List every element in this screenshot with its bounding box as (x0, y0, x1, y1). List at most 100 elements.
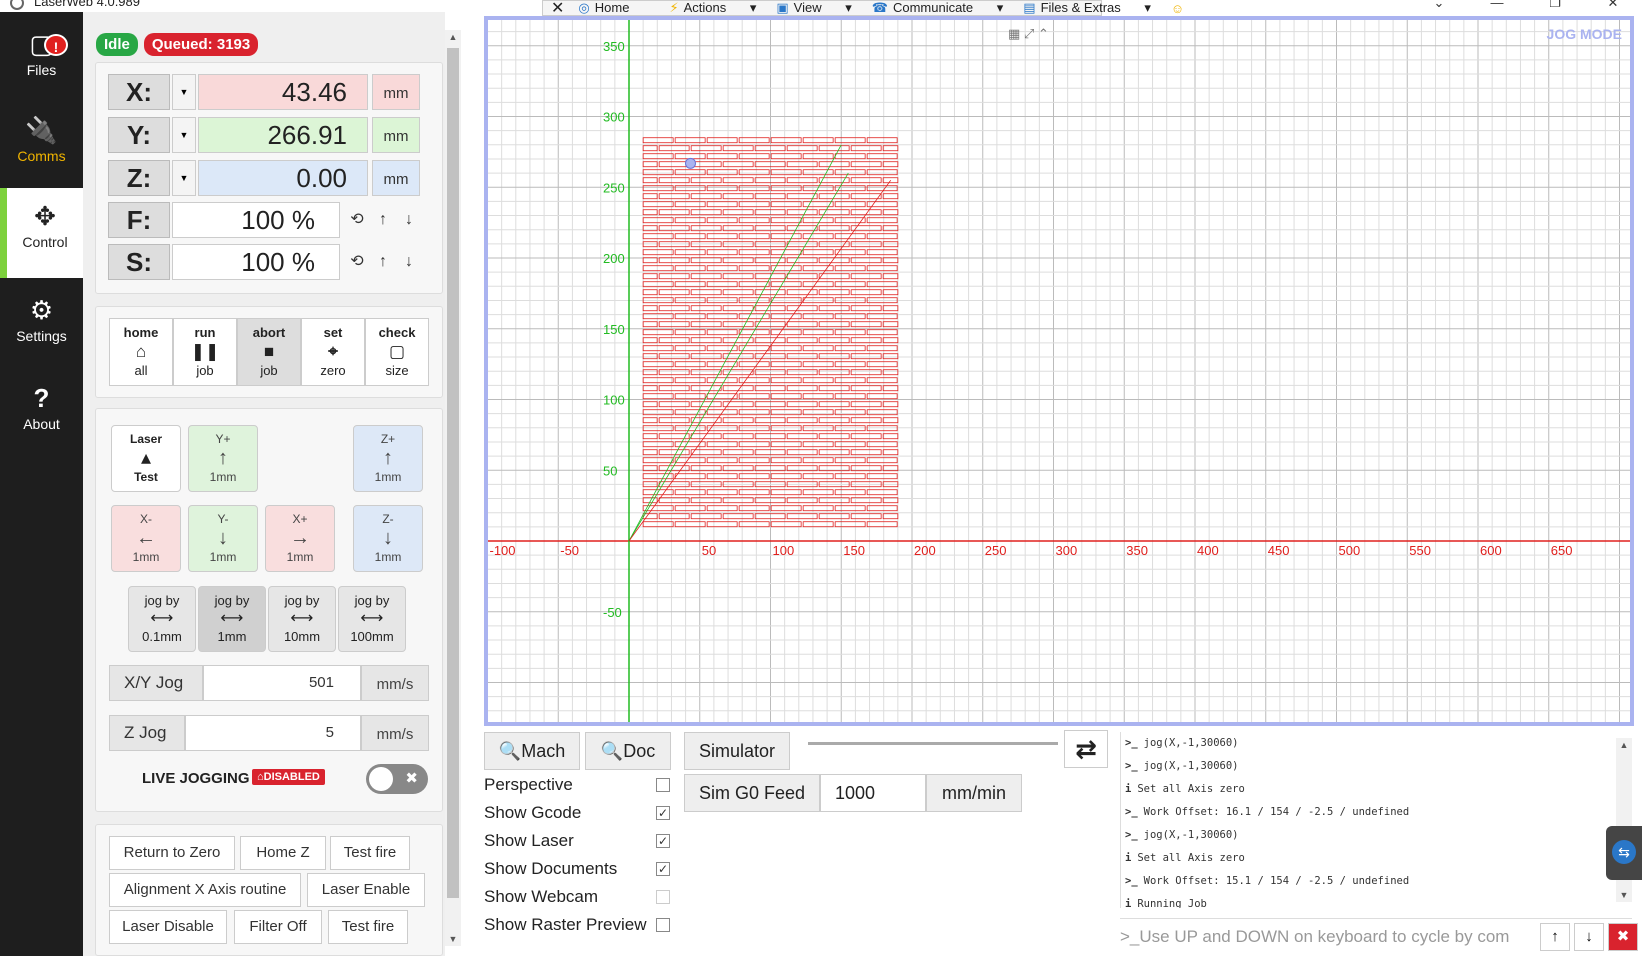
x-position-value[interactable]: 43.46 (198, 74, 368, 110)
job-path (802, 153, 834, 160)
dropdown-icon[interactable]: ⌄ (1410, 0, 1468, 10)
minimize-icon[interactable]: — (1468, 0, 1526, 10)
feed-reset-icon[interactable]: ⟲ (344, 202, 370, 238)
y-position-value[interactable]: 266.91 (198, 117, 368, 153)
job-path (818, 161, 850, 168)
show-documents-checkbox[interactable]: ✓ (656, 862, 670, 876)
menu-view[interactable]: ▣ View ▾ (776, 0, 851, 16)
jog-by-100mm-button[interactable]: jog by ⟷ 100mm (338, 586, 406, 652)
show-gcode-checkbox[interactable]: ✓ (656, 806, 670, 820)
macro-return-to-zero-button[interactable]: Return to Zero (109, 836, 235, 870)
swap-arrows-button[interactable]: ⇄ (1064, 730, 1108, 768)
workspace-grid[interactable]: -100 -50 50 100 150 200 250 300 350 400 450 500 550 6… (488, 20, 1630, 722)
expand-icon[interactable]: ⤢ (1024, 26, 1034, 41)
mach-view-button[interactable]: 🔍Mach (484, 732, 580, 770)
x-tick-label: 50 (702, 543, 716, 558)
z-jog-speed-input[interactable]: 5 (185, 715, 361, 751)
scroll-down-icon[interactable]: ▼ (1616, 890, 1632, 900)
z-dropdown[interactable]: ▼ (172, 160, 196, 196)
chevron-up-icon[interactable]: ⌃ (1038, 26, 1049, 41)
close-icon[interactable]: ✕ (1584, 0, 1642, 10)
nav-files[interactable]: ▢ ! Files (0, 16, 83, 102)
simulator-slider[interactable] (792, 724, 1064, 762)
scroll-up-icon[interactable]: ▲ (445, 32, 461, 42)
spindle-up-icon[interactable]: ↑ (370, 244, 396, 280)
macro-laser-disable-button[interactable]: Laser Disable (109, 910, 227, 944)
job-path (706, 329, 738, 336)
info-icon: i (1125, 898, 1132, 908)
live-jogging-toggle[interactable]: ✖ (366, 764, 428, 794)
spindle-reset-icon[interactable]: ⟲ (344, 244, 370, 280)
spindle-down-icon[interactable]: ↓ (396, 244, 422, 280)
scrollbar-thumb[interactable] (447, 48, 459, 898)
jog-by-0-1mm-button[interactable]: jog by ⟷ 0.1mm (128, 586, 196, 652)
feed-override-value[interactable]: 100 % (172, 202, 340, 238)
nav-control[interactable]: ✥ Control (0, 188, 83, 278)
show-laser-checkbox[interactable]: ✓ (656, 834, 670, 848)
console-log[interactable]: >_ jog(X,-1,30060) >_ jog(X,-1,30060) i Set… (1120, 732, 1636, 908)
workspace-viewport[interactable]: -100 -50 50 100 150 200 250 300 350 400 450 500 550 6… (484, 16, 1634, 726)
xy-jog-speed-input[interactable]: 501 (203, 665, 361, 701)
smiley-icon[interactable]: ☺ (1171, 1, 1184, 16)
menu-communicate[interactable]: ☎ Communicate ▾ (872, 0, 1004, 16)
nav-about[interactable]: ? About (0, 370, 83, 456)
panel-scrollbar[interactable]: ▲ ▼ (445, 30, 461, 946)
clear-console-button[interactable]: ✖ (1608, 923, 1638, 951)
remote-support-tab[interactable]: ⇆ (1606, 826, 1642, 880)
nav-settings[interactable]: ⚙ Settings (0, 282, 83, 368)
abort-job-button[interactable]: abort ■ job (237, 318, 301, 386)
job-path (690, 401, 722, 408)
sim-feed-input[interactable]: 1000 (820, 774, 926, 812)
feed-down-icon[interactable]: ↓ (396, 202, 422, 238)
grid-icon[interactable]: ▦ (1008, 26, 1020, 41)
home-all-button[interactable]: home ⌂ all (109, 318, 173, 386)
scroll-down-icon[interactable]: ▼ (445, 934, 461, 944)
nav-comms[interactable]: 🔌 Comms (0, 102, 83, 188)
x-unit: mm (372, 74, 420, 110)
job-path (674, 169, 706, 176)
job-path (802, 329, 834, 336)
x-dropdown[interactable]: ▼ (172, 74, 196, 110)
z-position-value[interactable]: 0.00 (198, 160, 368, 196)
menu-home[interactable]: ◎ Home (578, 0, 649, 16)
macro-laser-enable-button[interactable]: Laser Enable (307, 873, 425, 907)
jog-y-minus-button[interactable]: Y- ↓ 1mm (188, 505, 258, 572)
macro-filter-off-button[interactable]: Filter Off (234, 910, 322, 944)
history-down-button[interactable]: ↓ (1574, 923, 1604, 951)
set-zero-button[interactable]: set ⌖ zero (301, 318, 365, 386)
job-path (642, 337, 658, 344)
command-input[interactable]: >_Use UP and DOWN on keyboard to cycle b… (1120, 927, 1540, 947)
jog-by-1mm-button[interactable]: jog by ⟷ 1mm (198, 586, 266, 652)
macro-home-z-button[interactable]: Home Z (240, 836, 326, 870)
arrow-right-icon: → (290, 527, 310, 549)
feed-up-icon[interactable]: ↑ (370, 202, 396, 238)
job-path (834, 265, 866, 272)
jog-y-plus-button[interactable]: Y+ ↑ 1mm (188, 425, 258, 492)
job-path (802, 457, 834, 464)
macro-test-fire-button[interactable]: Test fire (330, 836, 410, 870)
jog-x-minus-button[interactable]: X- ← 1mm (111, 505, 181, 572)
show-webcam-checkbox[interactable] (656, 890, 670, 904)
spindle-override-value[interactable]: 100 % (172, 244, 340, 280)
scroll-up-icon[interactable]: ▲ (1616, 740, 1632, 750)
history-up-button[interactable]: ↑ (1540, 923, 1570, 951)
job-path (706, 185, 738, 192)
jog-by-10mm-button[interactable]: jog by ⟷ 10mm (268, 586, 336, 652)
check-size-button[interactable]: check ▢ size (365, 318, 429, 386)
jog-z-plus-button[interactable]: Z+ ↑ 1mm (353, 425, 423, 492)
macro-alignment-x-button[interactable]: Alignment X Axis routine (109, 873, 301, 907)
perspective-checkbox[interactable] (656, 778, 670, 792)
jog-z-minus-button[interactable]: Z- ↓ 1mm (353, 505, 423, 572)
macro-test-fire-2-button[interactable]: Test fire (328, 910, 408, 944)
job-path (738, 249, 770, 256)
doc-view-button[interactable]: 🔍Doc (585, 732, 671, 770)
run-job-button[interactable]: run ❚❚ job (173, 318, 237, 386)
maximize-icon[interactable]: ❐ (1526, 0, 1584, 10)
y-dropdown[interactable]: ▼ (172, 117, 196, 153)
laser-test-button[interactable]: Laser ▴ Test (111, 425, 181, 492)
menu-files-extras[interactable]: ▤ Files & Extras ▾ (1023, 0, 1151, 16)
menu-actions[interactable]: ⚡ Actions ▾ (669, 0, 756, 16)
jog-x-plus-button[interactable]: X+ → 1mm (265, 505, 335, 572)
job-path (642, 169, 674, 176)
show-raster-preview-checkbox[interactable] (656, 918, 670, 932)
